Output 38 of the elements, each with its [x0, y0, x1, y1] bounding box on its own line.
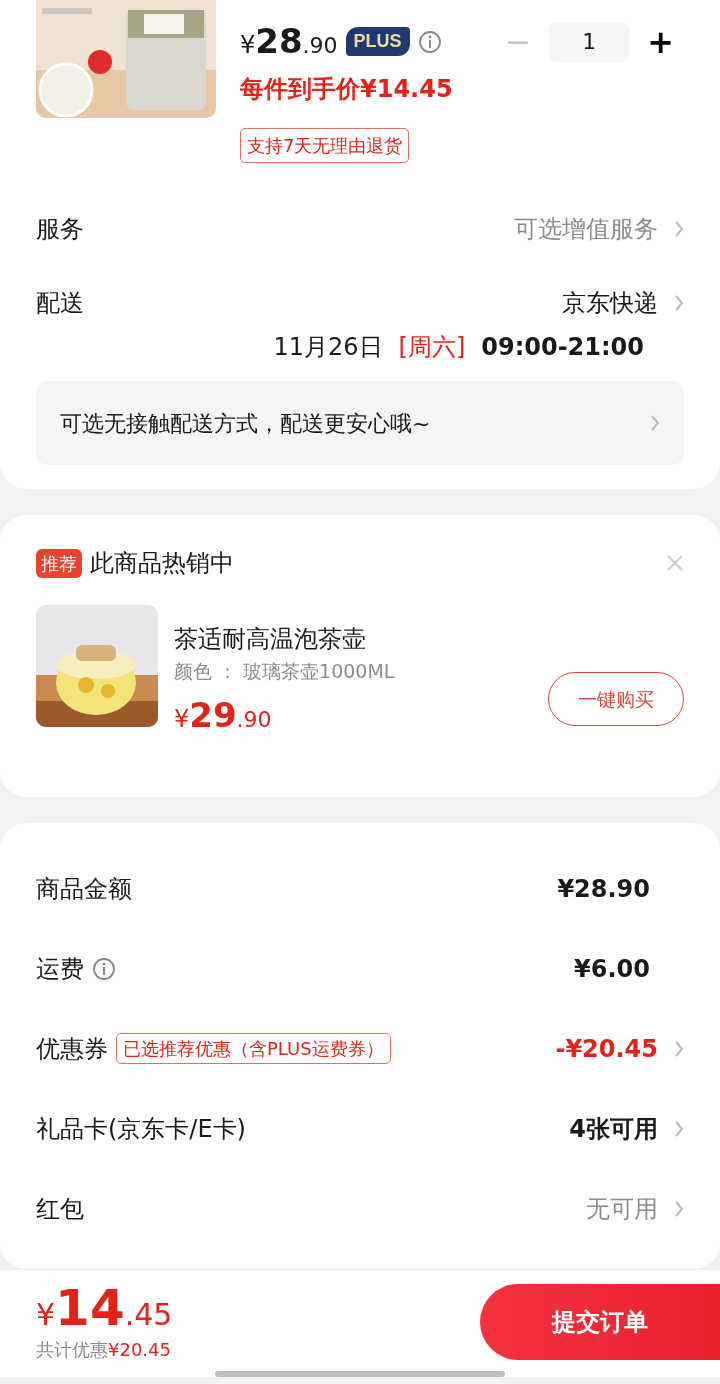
total-price: ¥14.45: [36, 1281, 173, 1336]
price-text: ¥28.90: [240, 20, 338, 63]
savings-text: 共计优惠¥20.45: [36, 1338, 172, 1362]
row-value: ¥6.00: [574, 953, 650, 985]
submit-button[interactable]: 提交订单: [480, 1284, 720, 1360]
product-name[interactable]: 茶适耐高温泡茶壶: [174, 621, 684, 657]
row-label: 商品金额: [36, 873, 132, 905]
buy-now-button[interactable]: 一键购买: [548, 672, 684, 726]
notice-banner[interactable]: 可选无接触配送方式，配送更安心哦~: [36, 381, 684, 465]
info-icon[interactable]: [92, 956, 116, 981]
row-label: 优惠券: [36, 1033, 108, 1065]
row-label: 配送: [36, 288, 84, 319]
product-spec: 颜色 ： 玻璃茶壶1000ML: [174, 659, 396, 684]
row-label: 服务: [36, 214, 84, 245]
row-value[interactable]: -¥20.45: [555, 1030, 658, 1067]
row-label: 红包: [36, 1193, 84, 1225]
section-title: 此商品热销中: [90, 548, 234, 579]
chevron-icon: [650, 414, 660, 432]
recommend-badge: 推荐: [36, 548, 82, 578]
delivery-weekday: [周六]: [398, 332, 466, 363]
row-value[interactable]: 4张可用: [569, 1110, 658, 1147]
row-value: ¥28.90: [557, 873, 650, 905]
return-policy-tag: 支持7天无理由退货: [240, 128, 410, 163]
plus-button[interactable]: +: [637, 25, 684, 58]
quantity-field[interactable]: 1: [549, 21, 630, 62]
carrier-link[interactable]: 京东快递: [562, 285, 658, 321]
notice-text: 可选无接触配送方式，配送更安心哦~: [60, 409, 431, 438]
member-badge: PLUS: [345, 27, 410, 56]
unit-price: 每件到手价¥14.45: [240, 74, 454, 105]
price-text: ¥29.90: [174, 693, 272, 737]
chevron-icon: [674, 220, 684, 238]
delivery-date: 11月26日: [273, 332, 383, 363]
row-label: 礼品卡(京东卡/E卡): [36, 1113, 246, 1145]
delivery-time: 09:00-21:00: [481, 332, 644, 363]
row-label: 运费: [36, 953, 84, 985]
coupon-tag: 已选推荐优惠（含PLUS运费券）: [116, 1033, 391, 1064]
info-icon[interactable]: [417, 29, 442, 54]
chevron-icon: [674, 294, 684, 312]
